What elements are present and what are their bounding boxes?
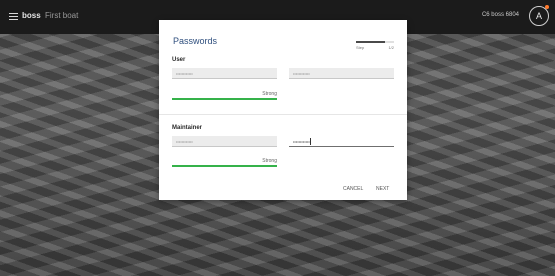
text-cursor bbox=[309, 138, 311, 146]
maintainer-section-label: Maintainer bbox=[172, 125, 203, 131]
section-divider bbox=[159, 114, 407, 115]
boat-name[interactable]: First boat bbox=[45, 11, 78, 20]
brand-label: boss bbox=[22, 11, 41, 20]
notification-badge bbox=[545, 5, 549, 9]
maintainer-confirm-password-field[interactable]: •••••••••••• bbox=[289, 136, 394, 147]
dialog-title: Passwords bbox=[173, 36, 218, 46]
step-label: Step bbox=[356, 45, 365, 50]
maintainer-confirm-value: •••••••••••• bbox=[293, 139, 310, 144]
maintainer-password-field[interactable]: •••••••••••• bbox=[172, 136, 277, 147]
step-indicator: Step 1/2 bbox=[356, 41, 394, 55]
user-strength-bar bbox=[172, 98, 277, 100]
device-label: C6 boss 6804 bbox=[481, 12, 519, 18]
user-confirm-password-field[interactable]: •••••••••••• bbox=[289, 68, 394, 79]
user-password-field[interactable]: •••••••••••• bbox=[172, 68, 277, 79]
maintainer-strength-label: Strong bbox=[262, 158, 277, 164]
passwords-dialog: Passwords Step 1/2 User •••••••••••• •••… bbox=[159, 20, 407, 200]
step-progress-fill bbox=[356, 41, 385, 43]
next-button[interactable]: NEXT bbox=[376, 186, 389, 192]
cancel-button[interactable]: CANCEL bbox=[343, 186, 363, 192]
avatar-initial: A bbox=[535, 11, 542, 21]
user-strength-label: Strong bbox=[262, 91, 277, 97]
maintainer-strength-bar bbox=[172, 165, 277, 167]
user-section-label: User bbox=[172, 57, 186, 63]
step-count: 1/2 bbox=[388, 45, 394, 50]
menu-icon[interactable] bbox=[9, 13, 18, 20]
avatar[interactable]: A bbox=[529, 6, 549, 26]
